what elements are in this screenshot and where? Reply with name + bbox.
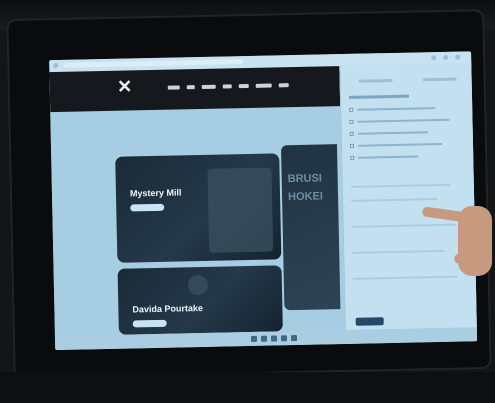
site-logo-icon[interactable]: ✕ xyxy=(112,76,139,105)
promo-title-line: HOKEI xyxy=(287,190,324,204)
card-avatar xyxy=(187,274,209,296)
promo-title-line: BRUSI xyxy=(287,172,323,186)
checklist-row[interactable] xyxy=(349,142,443,148)
checklist-row[interactable] xyxy=(349,118,450,124)
row-text xyxy=(357,131,428,135)
nav-item[interactable] xyxy=(222,84,232,89)
panel-tab[interactable] xyxy=(422,77,457,82)
browser-dot-icon xyxy=(53,62,59,69)
monitor-bezel: ✕ Mystery Mill Davida Pourtake BRUSI HOK… xyxy=(6,9,492,379)
checkbox[interactable] xyxy=(349,131,354,136)
browser-profile-icon[interactable] xyxy=(455,54,461,60)
address-bar[interactable] xyxy=(63,59,244,68)
nav-item[interactable] xyxy=(186,85,195,90)
taskbar-app-icon[interactable] xyxy=(280,335,288,342)
nav-item[interactable] xyxy=(238,83,249,89)
taskbar-app-icon[interactable] xyxy=(270,335,278,342)
hand-palm xyxy=(458,206,492,276)
panel-tab[interactable] xyxy=(358,78,393,83)
row-text xyxy=(358,155,419,159)
nav-item[interactable] xyxy=(201,84,216,89)
checkbox[interactable] xyxy=(350,155,355,160)
logo-wordmark xyxy=(112,104,138,105)
card-button[interactable] xyxy=(132,319,167,328)
browser-ext-icon[interactable] xyxy=(443,54,449,60)
checklist-row[interactable] xyxy=(349,106,436,112)
taskbar-app-icon[interactable] xyxy=(250,335,258,342)
desk-surface xyxy=(0,372,495,403)
nav-item[interactable] xyxy=(255,83,272,88)
panel-tabs xyxy=(358,77,459,86)
card-artwork xyxy=(207,167,274,253)
site-header: ✕ xyxy=(49,66,341,113)
taskbar-app-icon[interactable] xyxy=(260,335,268,342)
checklist-row[interactable] xyxy=(349,130,428,136)
checklist-row[interactable] xyxy=(350,154,419,160)
photo-scene: { "site": { "card1_title": "Mystery Mill… xyxy=(0,0,495,403)
promo-card[interactable]: BRUSI HOKEI xyxy=(280,144,341,311)
monitor-screen: ✕ Mystery Mill Davida Pourtake BRUSI HOK… xyxy=(49,51,478,351)
row-text xyxy=(357,142,443,147)
card-title: Mystery Mill xyxy=(129,187,182,199)
card-title: Davida Pourtake xyxy=(132,302,204,315)
checkbox[interactable] xyxy=(349,119,354,124)
hand-pointer xyxy=(420,196,495,286)
panel-heading xyxy=(348,94,410,99)
feature-card[interactable]: Mystery Mill xyxy=(115,153,282,263)
site-nav xyxy=(167,83,289,90)
card-button[interactable] xyxy=(130,203,165,212)
browser-menu-icon[interactable] xyxy=(431,55,437,61)
checkbox[interactable] xyxy=(349,107,354,112)
nav-item[interactable] xyxy=(167,85,180,90)
row-text xyxy=(357,107,436,111)
checkbox[interactable] xyxy=(349,143,355,148)
feature-card[interactable]: Davida Pourtake xyxy=(117,265,283,335)
taskbar-app-icon[interactable] xyxy=(290,335,298,342)
panel-submit-button[interactable] xyxy=(355,317,384,326)
nav-item[interactable] xyxy=(278,83,289,88)
website-content: ✕ Mystery Mill Davida Pourtake BRUSI HOK… xyxy=(49,66,345,338)
panel-text-line xyxy=(350,183,451,188)
row-text xyxy=(357,118,450,123)
